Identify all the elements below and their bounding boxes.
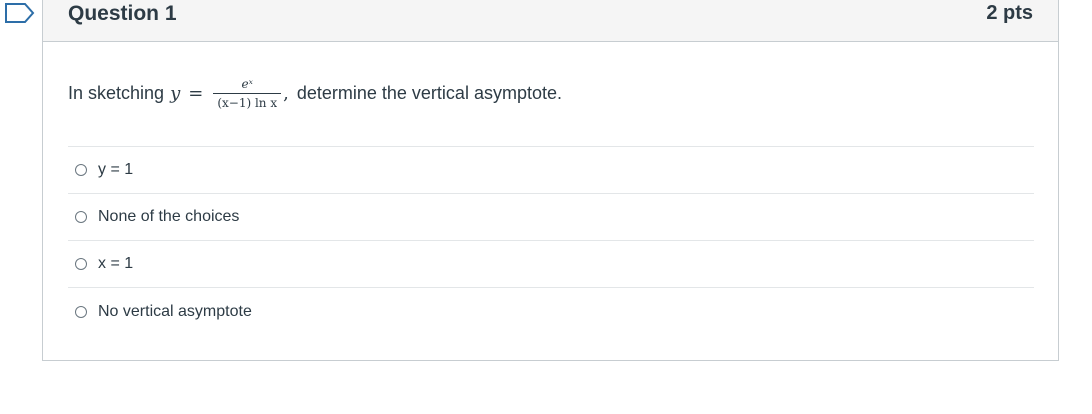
answer-label: x = 1 <box>98 255 134 272</box>
answer-label: None of the choices <box>98 208 240 225</box>
question-card: Question 1 2 pts In sketching y = eˣ (x−… <box>42 0 1059 361</box>
question-points: 2 pts <box>986 2 1033 24</box>
answer-option[interactable]: No vertical asymptote <box>68 288 1034 335</box>
answer-option[interactable]: None of the choices <box>68 194 1034 241</box>
prompt-text-before: In sketching <box>68 82 165 103</box>
answer-option[interactable]: x = 1 <box>68 241 1034 288</box>
answer-list: y = 1 None of the choices x = 1 No verti… <box>68 147 1034 335</box>
radio-button[interactable] <box>75 305 87 318</box>
math-comma: , <box>283 82 289 104</box>
bookmark-flag-icon[interactable] <box>5 3 35 23</box>
fraction-denominator: (x−1) ln x <box>213 92 282 110</box>
question-header: Question 1 2 pts <box>43 0 1058 42</box>
radio-button[interactable] <box>75 164 87 176</box>
answer-label: y = 1 <box>98 161 134 178</box>
answer-label: No vertical asymptote <box>98 302 252 320</box>
fraction-numerator: eˣ <box>241 76 253 91</box>
question-body: In sketching y = eˣ (x−1) ln x , determi… <box>43 42 1058 335</box>
radio-button[interactable] <box>75 211 87 223</box>
answer-option[interactable]: y = 1 <box>68 147 1034 194</box>
math-equals: = <box>188 82 204 104</box>
prompt-text-after: determine the vertical asymptote. <box>296 82 562 103</box>
radio-button[interactable] <box>75 258 87 270</box>
math-fraction: eˣ (x−1) ln x <box>213 76 282 110</box>
question-title: Question 1 <box>68 1 177 25</box>
question-prompt: In sketching y = eˣ (x−1) ln x , determi… <box>68 42 1034 147</box>
math-variable: y <box>170 82 181 104</box>
